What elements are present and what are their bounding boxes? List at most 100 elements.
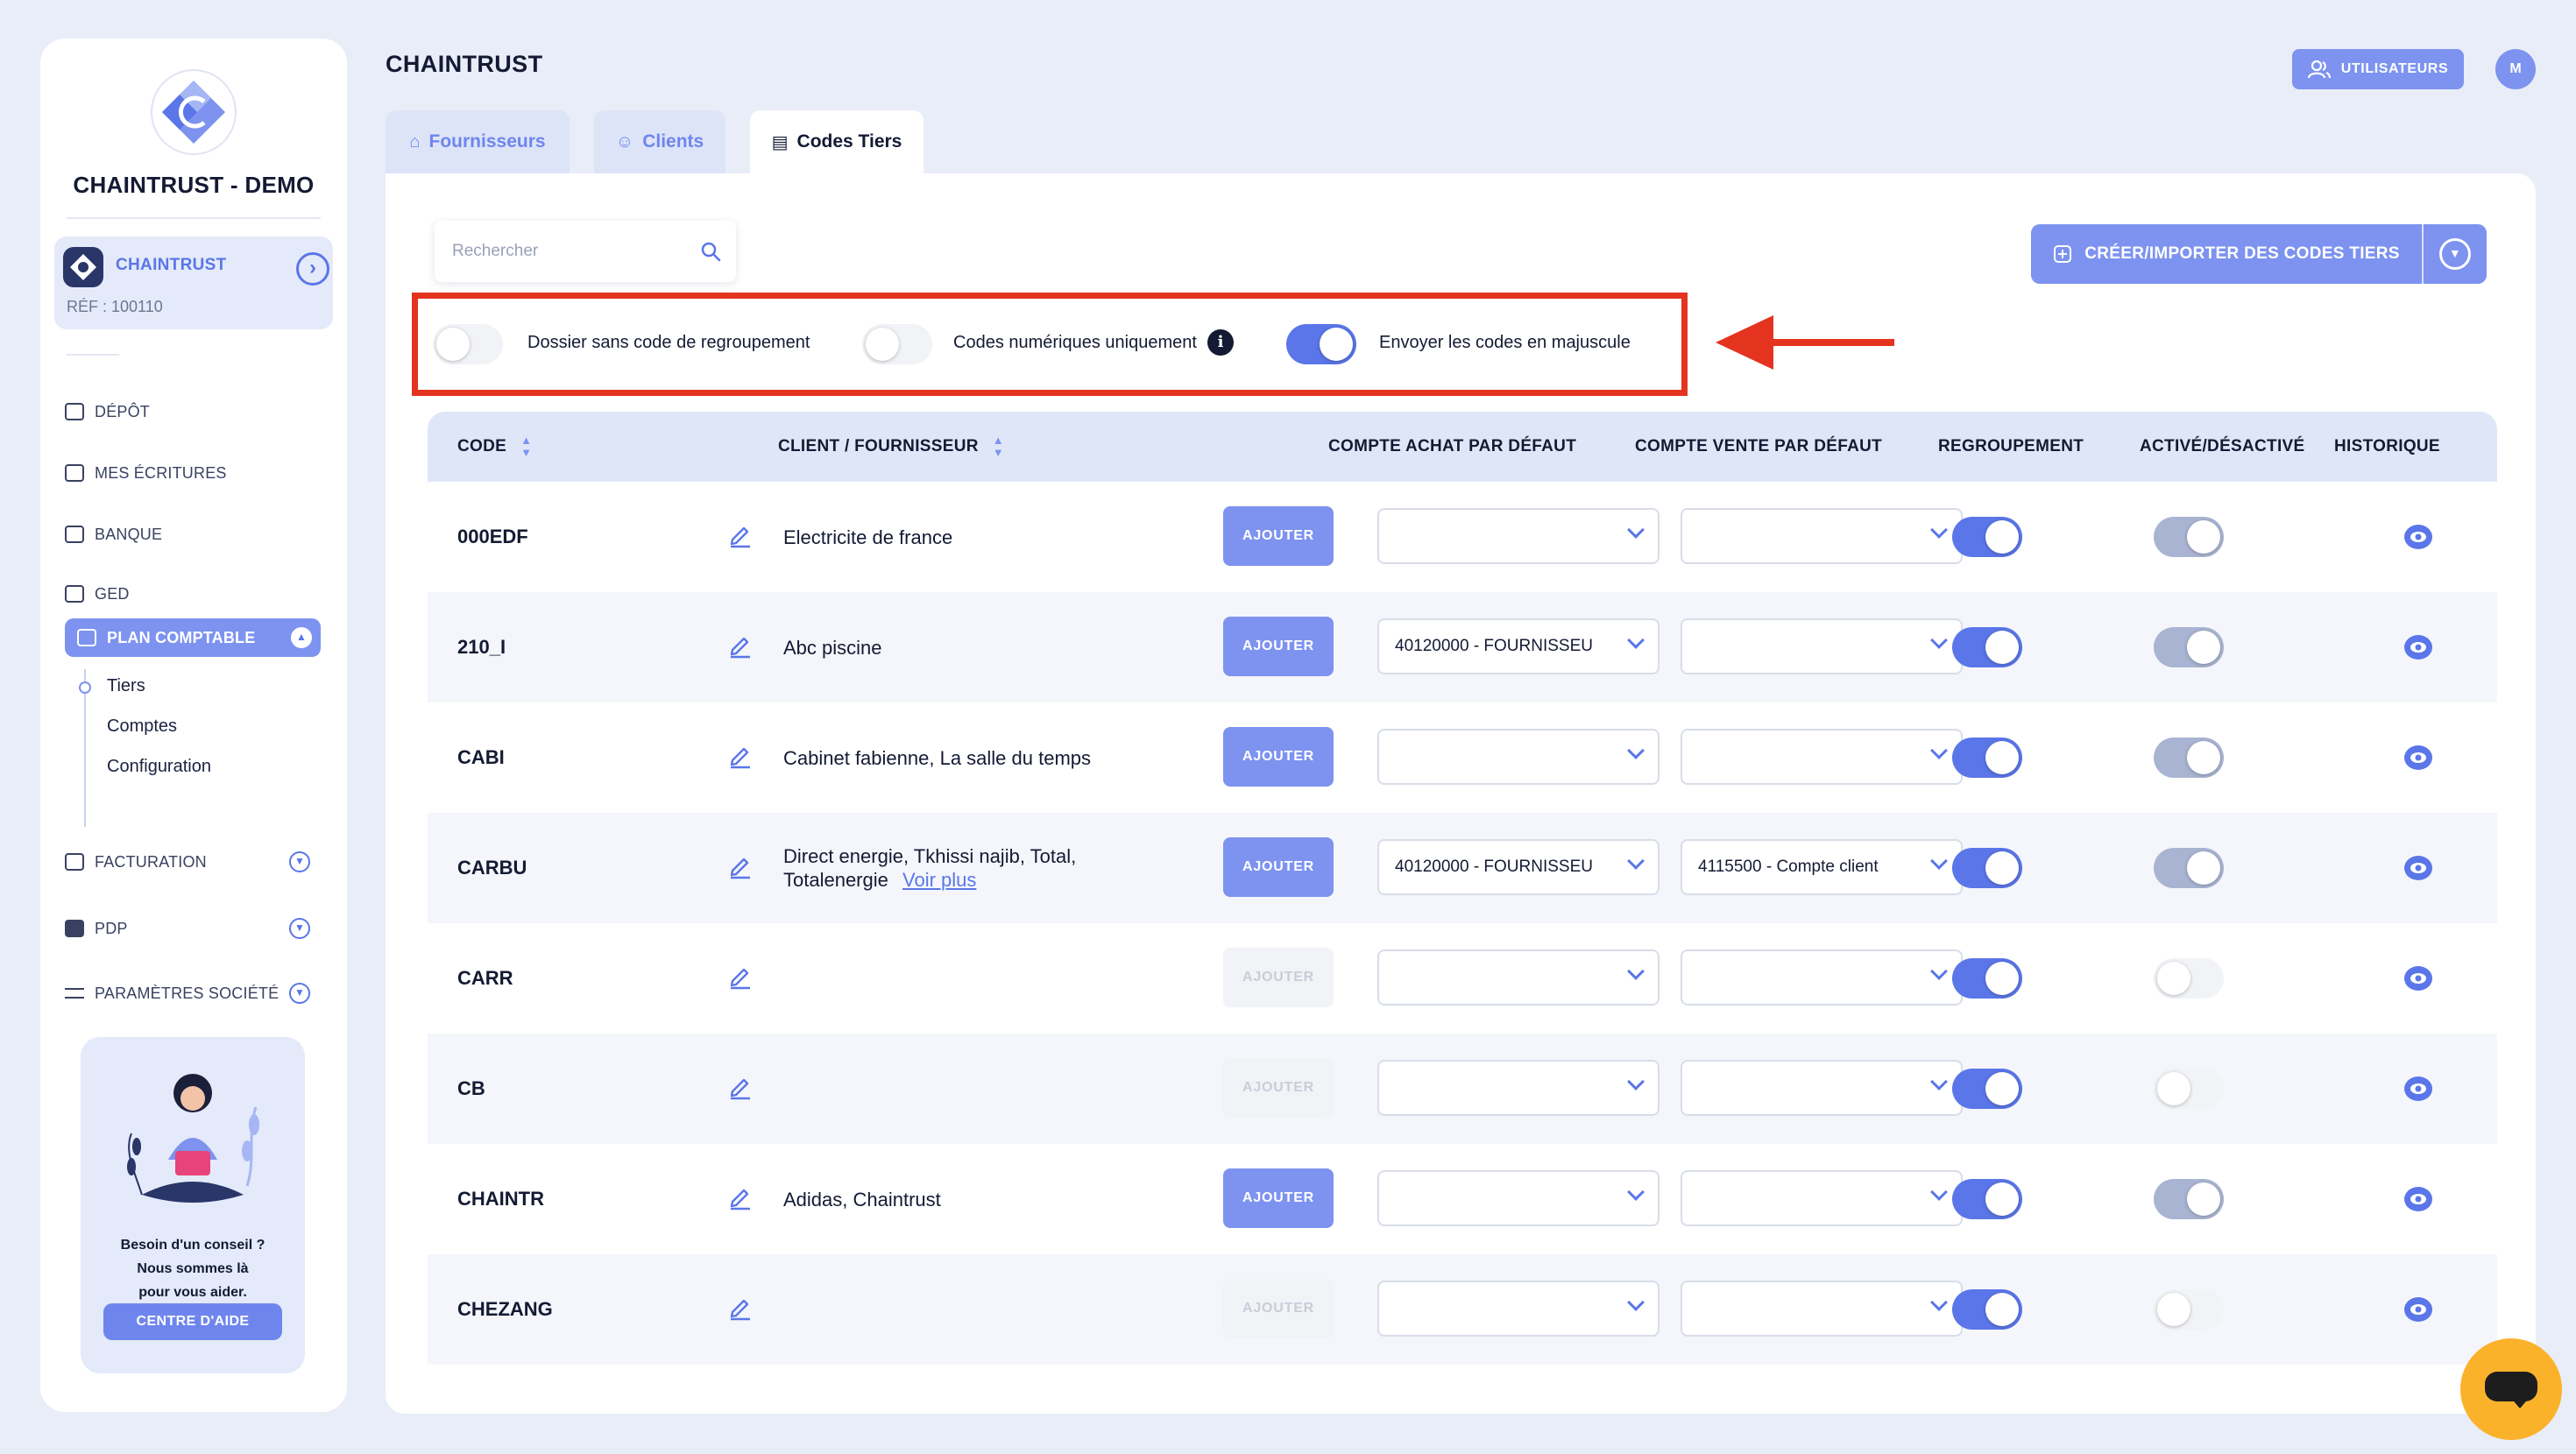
tab-clients[interactable]: ☺ Clients [594, 110, 725, 173]
help-center-button[interactable]: CENTRE D'AIDE [103, 1303, 282, 1340]
compte-vente-select[interactable] [1681, 949, 1963, 1006]
client-card[interactable]: CHAINTRUST › RÉF : 100110 [54, 236, 333, 329]
toggle-active[interactable] [2154, 958, 2224, 999]
compte-vente-select[interactable] [1681, 508, 1963, 564]
sub-tiers[interactable]: Tiers [107, 676, 145, 696]
chat-button[interactable] [2460, 1338, 2562, 1440]
sort-icon[interactable]: ▲ ▼ [520, 434, 532, 459]
eye-icon[interactable] [2404, 1186, 2432, 1212]
add-button[interactable]: AJOUTER [1223, 1058, 1334, 1118]
chevron-down-icon[interactable]: ▼ [2439, 238, 2471, 270]
add-button[interactable]: AJOUTER [1223, 1168, 1334, 1228]
eye-icon[interactable] [2404, 524, 2432, 550]
edit-pencil-icon[interactable] [727, 743, 754, 769]
chevron-up-icon[interactable]: ▲ [291, 627, 312, 648]
add-button[interactable]: AJOUTER [1223, 948, 1334, 1007]
toggle-knob [2187, 851, 2220, 885]
toggle-regroupement[interactable] [1952, 848, 2022, 888]
toggle-active[interactable] [2154, 848, 2224, 888]
chevron-down-icon[interactable]: ▼ [289, 851, 310, 872]
add-button[interactable]: AJOUTER [1223, 617, 1334, 676]
eye-icon[interactable] [2404, 634, 2432, 660]
search-icon[interactable] [699, 240, 722, 263]
toggle-active[interactable] [2154, 1179, 2224, 1219]
eye-icon[interactable] [2404, 1296, 2432, 1323]
toggle-regroupement[interactable] [1952, 627, 2022, 667]
nav-ecritures[interactable]: MES ÉCRITURES [65, 455, 319, 491]
tab-codes-tiers[interactable]: ▤ Codes Tiers [750, 110, 924, 173]
edit-pencil-icon[interactable] [727, 522, 754, 548]
compte-vente-select[interactable] [1681, 1170, 1963, 1226]
nav-pdp[interactable]: PDP ▼ [65, 911, 319, 946]
compte-vente-select[interactable] [1681, 618, 1963, 674]
nav-parametres[interactable]: PARAMÈTRES SOCIÉTÉ ▼ [65, 976, 319, 1011]
compte-achat-select[interactable] [1377, 1281, 1660, 1337]
header-client[interactable]: CLIENT / FOURNISSEUR ▲ ▼ [778, 412, 1004, 482]
toggle-regroupement[interactable] [1952, 958, 2022, 999]
eye-icon[interactable] [2404, 965, 2432, 992]
compte-achat-select[interactable]: 40120000 - FOURNISSEU [1377, 618, 1660, 674]
toggle-regroupement[interactable] [1952, 1179, 2022, 1219]
toggle-active[interactable] [2154, 1069, 2224, 1109]
nav-depot[interactable]: DÉPÔT [65, 394, 319, 429]
add-button[interactable]: AJOUTER [1223, 506, 1334, 566]
nav-banque[interactable]: BANQUE [65, 517, 319, 552]
chevron-down-icon[interactable]: ▼ [289, 983, 310, 1004]
code-cell: CABI [457, 746, 505, 768]
edit-pencil-icon[interactable] [727, 853, 754, 879]
sub-comptes[interactable]: Comptes [107, 716, 177, 737]
avatar[interactable]: M [2495, 49, 2536, 89]
nav-facturation[interactable]: FACTURATION ▼ [65, 844, 319, 879]
eye-icon[interactable] [2404, 855, 2432, 881]
chat-icon-tail [2509, 1396, 2530, 1408]
compte-achat-select[interactable] [1377, 1170, 1660, 1226]
compte-achat-select[interactable] [1377, 508, 1660, 564]
toggle-regroupement[interactable] [1952, 1289, 2022, 1330]
compte-vente-select[interactable] [1681, 1281, 1963, 1337]
chevron-right-icon[interactable]: › [296, 252, 329, 286]
compte-achat-select[interactable] [1377, 729, 1660, 785]
eye-icon[interactable] [2404, 745, 2432, 771]
create-import-label-wrap[interactable]: CRÉER/IMPORTER DES CODES TIERS [2031, 224, 2422, 284]
code-cell: 000EDF [457, 526, 528, 547]
toggle-active[interactable] [2154, 517, 2224, 557]
code-cell: CHEZANG [457, 1298, 553, 1320]
voir-plus-link[interactable]: Voir plus [902, 869, 976, 891]
toggle-knob [2157, 962, 2190, 995]
compte-achat-select[interactable] [1377, 1060, 1660, 1116]
add-button[interactable]: AJOUTER [1223, 1279, 1334, 1338]
edit-pencil-icon[interactable] [727, 963, 754, 990]
edit-pencil-icon[interactable] [727, 1295, 754, 1321]
sort-icon[interactable]: ▲ ▼ [993, 434, 1004, 459]
compte-achat-select[interactable]: 40120000 - FOURNISSEU [1377, 839, 1660, 895]
toggle-regroupement[interactable] [1952, 517, 2022, 557]
compte-vente-select[interactable]: 4115500 - Compte client [1681, 839, 1963, 895]
toggle-regroupement[interactable] [1952, 1069, 2022, 1109]
toggle-active[interactable] [2154, 738, 2224, 778]
edit-pencil-icon[interactable] [727, 1074, 754, 1100]
sub-configuration[interactable]: Configuration [107, 757, 211, 777]
search-box [435, 221, 736, 282]
create-import-button[interactable]: CRÉER/IMPORTER DES CODES TIERS ▼ [2031, 224, 2487, 284]
add-button[interactable]: AJOUTER [1223, 727, 1334, 787]
users-button[interactable]: UTILISATEURS [2292, 49, 2464, 89]
compte-vente-select[interactable] [1681, 729, 1963, 785]
toggle-active[interactable] [2154, 627, 2224, 667]
edit-pencil-icon[interactable] [727, 1184, 754, 1210]
header-code[interactable]: CODE ▲ ▼ [457, 412, 532, 482]
compte-vente-select[interactable] [1681, 1060, 1963, 1116]
nav-plan-comptable[interactable]: PLAN COMPTABLE ▲ [65, 618, 321, 657]
eye-icon[interactable] [2404, 1076, 2432, 1102]
toggle-active[interactable] [2154, 1289, 2224, 1330]
add-button[interactable]: AJOUTER [1223, 837, 1334, 897]
tab-fournisseurs[interactable]: ⌂ Fournisseurs [386, 110, 570, 173]
header-label: CODE [457, 437, 507, 455]
toggle-knob [1985, 741, 2019, 774]
table-row: CABI Cabinet fabienne, La salle du temps A… [428, 702, 2497, 813]
toggle-regroupement[interactable] [1952, 738, 2022, 778]
compte-achat-select[interactable] [1377, 949, 1660, 1006]
chevron-down-icon[interactable]: ▼ [289, 918, 310, 939]
search-input[interactable] [452, 235, 689, 268]
nav-ged[interactable]: GED [65, 576, 319, 611]
edit-pencil-icon[interactable] [727, 632, 754, 659]
